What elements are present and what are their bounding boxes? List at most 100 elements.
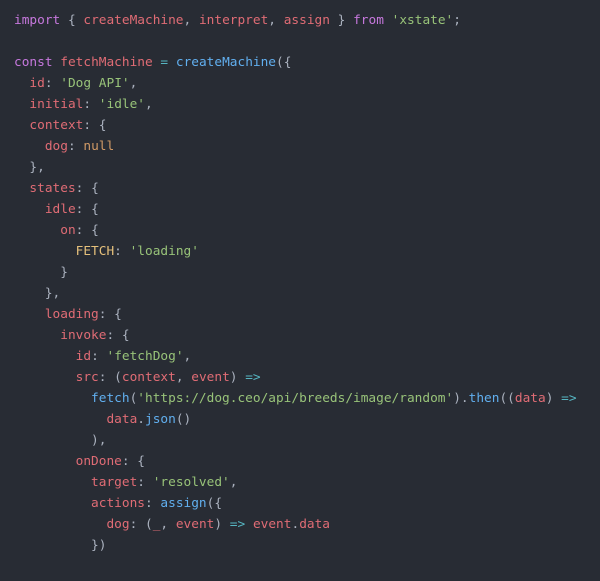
code-token: : xyxy=(83,97,98,112)
code-line: onDone: { xyxy=(14,451,586,472)
code-token: id xyxy=(29,76,44,91)
code-line: }, xyxy=(14,283,586,304)
code-line: states: { xyxy=(14,178,586,199)
code-token: => xyxy=(561,391,576,406)
code-line: }) xyxy=(14,535,586,556)
code-token: createMachine xyxy=(176,55,276,70)
code-token: }) xyxy=(14,538,106,553)
code-token: : { xyxy=(83,118,106,133)
code-token: 'fetchDog' xyxy=(106,349,183,364)
code-token xyxy=(14,202,45,217)
code-token: ({ xyxy=(276,55,291,70)
code-token: } xyxy=(330,13,353,28)
code-token xyxy=(14,349,76,364)
code-token: interpret xyxy=(199,13,268,28)
code-token xyxy=(14,76,29,91)
code-token: dog xyxy=(45,139,68,154)
code-token xyxy=(384,13,392,28)
code-token: , xyxy=(160,517,175,532)
code-token: ) xyxy=(214,517,229,532)
code-line: loading: { xyxy=(14,304,586,325)
code-token: : ( xyxy=(99,370,122,385)
code-line: FETCH: 'loading' xyxy=(14,241,586,262)
code-line: invoke: { xyxy=(14,325,586,346)
code-token xyxy=(245,517,253,532)
code-token: }, xyxy=(14,286,60,301)
code-line xyxy=(14,31,586,52)
code-token: createMachine xyxy=(83,13,183,28)
code-token: : xyxy=(68,139,83,154)
code-token: import xyxy=(14,13,60,28)
code-token: from xyxy=(353,13,384,28)
code-line: target: 'resolved', xyxy=(14,472,586,493)
code-token: FETCH xyxy=(76,244,115,259)
code-token: ({ xyxy=(207,496,222,511)
code-token xyxy=(168,55,176,70)
code-line: on: { xyxy=(14,220,586,241)
code-token: ; xyxy=(453,13,461,28)
code-block: import { createMachine, interpret, assig… xyxy=(0,0,600,566)
code-token: event xyxy=(191,370,230,385)
code-line: fetch('https://dog.ceo/api/breeds/image/… xyxy=(14,388,586,409)
code-token: : xyxy=(145,496,160,511)
code-token xyxy=(14,370,76,385)
code-line: const fetchMachine = createMachine({ xyxy=(14,52,586,73)
code-token: fetch xyxy=(91,391,130,406)
code-token: target xyxy=(91,475,137,490)
code-token: invoke xyxy=(60,328,106,343)
code-token xyxy=(14,118,29,133)
code-line: id: 'fetchDog', xyxy=(14,346,586,367)
code-token: 'idle' xyxy=(99,97,145,112)
code-line: src: (context, event) => xyxy=(14,367,586,388)
code-token: (( xyxy=(499,391,514,406)
code-token: 'xstate' xyxy=(392,13,454,28)
code-token xyxy=(14,454,76,469)
code-token: { xyxy=(60,13,83,28)
code-token xyxy=(14,412,106,427)
code-line: initial: 'idle', xyxy=(14,94,586,115)
code-line: } xyxy=(14,262,586,283)
code-line: id: 'Dog API', xyxy=(14,73,586,94)
code-token xyxy=(14,181,29,196)
code-token: context xyxy=(29,118,83,133)
code-line: import { createMachine, interpret, assig… xyxy=(14,10,586,31)
code-token: const xyxy=(14,55,53,70)
code-token: initial xyxy=(29,97,83,112)
code-token: data xyxy=(106,412,137,427)
code-token: : { xyxy=(76,202,99,217)
code-token xyxy=(14,223,60,238)
code-token: : { xyxy=(76,223,99,238)
code-token: fetchMachine xyxy=(60,55,152,70)
code-line: idle: { xyxy=(14,199,586,220)
code-token: , xyxy=(268,13,283,28)
code-token xyxy=(14,328,60,343)
code-token: } xyxy=(14,265,68,280)
code-token: assign xyxy=(284,13,330,28)
code-token: }, xyxy=(14,160,45,175)
code-token: actions xyxy=(91,496,145,511)
code-token: : { xyxy=(106,328,129,343)
code-token: 'loading' xyxy=(130,244,199,259)
code-token: : { xyxy=(76,181,99,196)
code-token: dog xyxy=(106,517,129,532)
code-token: data xyxy=(515,391,546,406)
code-token: event xyxy=(253,517,292,532)
code-token: ), xyxy=(14,433,106,448)
code-token: src xyxy=(76,370,99,385)
code-token: idle xyxy=(45,202,76,217)
code-token: . xyxy=(137,412,145,427)
code-token xyxy=(14,139,45,154)
code-line: data.json() xyxy=(14,409,586,430)
code-token xyxy=(14,517,106,532)
code-token: , xyxy=(145,97,153,112)
code-token: : xyxy=(137,475,152,490)
code-token: , xyxy=(130,76,138,91)
code-token: , xyxy=(230,475,238,490)
code-token: : ( xyxy=(130,517,153,532)
code-token xyxy=(14,475,91,490)
code-token xyxy=(14,97,29,112)
code-token: event xyxy=(176,517,215,532)
code-token xyxy=(14,496,91,511)
code-token: : { xyxy=(99,307,122,322)
code-token: states xyxy=(29,181,75,196)
